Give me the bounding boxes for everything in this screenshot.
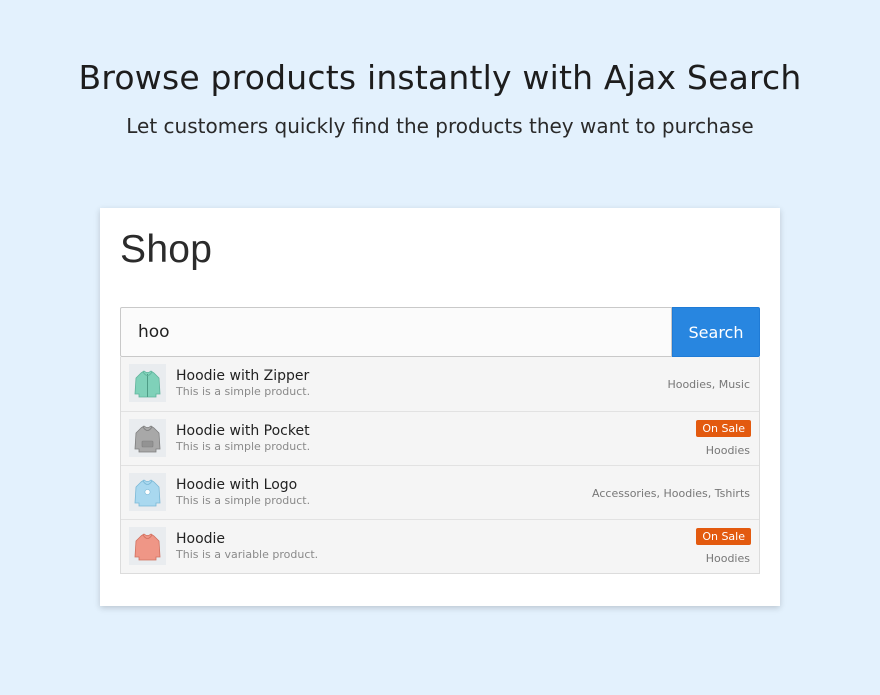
hoodie-logo-icon: [129, 473, 166, 511]
result-categories: Hoodies: [705, 444, 750, 457]
hoodie-icon: [129, 527, 166, 565]
shop-card: Shop Search Hoodie with Zipper This is a…: [100, 208, 780, 606]
result-description: This is a simple product.: [176, 385, 311, 398]
search-bar: Search: [120, 307, 760, 357]
search-button[interactable]: Search: [672, 307, 760, 357]
hero-subtitle: Let customers quickly find the products …: [126, 114, 754, 138]
result-description: This is a simple product.: [176, 494, 311, 507]
hoodie-pocket-icon: [129, 419, 166, 457]
result-name: Hoodie with Zipper: [176, 368, 310, 384]
search-result-hoodie-with-logo[interactable]: Hoodie with Logo This is a simple produc…: [121, 465, 759, 519]
on-sale-badge: On Sale: [696, 420, 751, 437]
on-sale-badge: On Sale: [696, 528, 751, 545]
page-title: Shop: [120, 228, 213, 271]
search-input[interactable]: [120, 307, 672, 357]
hoodie-zipper-icon: [129, 364, 166, 402]
hero-title: Browse products instantly with Ajax Sear…: [78, 58, 802, 97]
search-result-hoodie-with-pocket[interactable]: Hoodie with Pocket This is a simple prod…: [121, 411, 759, 465]
search-results-dropdown: Hoodie with Zipper This is a simple prod…: [120, 357, 760, 574]
search-result-hoodie[interactable]: Hoodie This is a variable product. On Sa…: [121, 519, 759, 573]
result-description: This is a simple product.: [176, 440, 311, 453]
result-categories: Accessories, Hoodies, Tshirts: [592, 487, 750, 500]
search-result-hoodie-with-zipper[interactable]: Hoodie with Zipper This is a simple prod…: [121, 357, 759, 411]
result-name: Hoodie with Pocket: [176, 423, 310, 439]
result-name: Hoodie with Logo: [176, 477, 298, 493]
result-categories: Hoodies: [705, 552, 750, 565]
result-categories: Hoodies, Music: [667, 378, 750, 391]
result-description: This is a variable product.: [176, 548, 319, 561]
result-name: Hoodie: [176, 531, 226, 547]
